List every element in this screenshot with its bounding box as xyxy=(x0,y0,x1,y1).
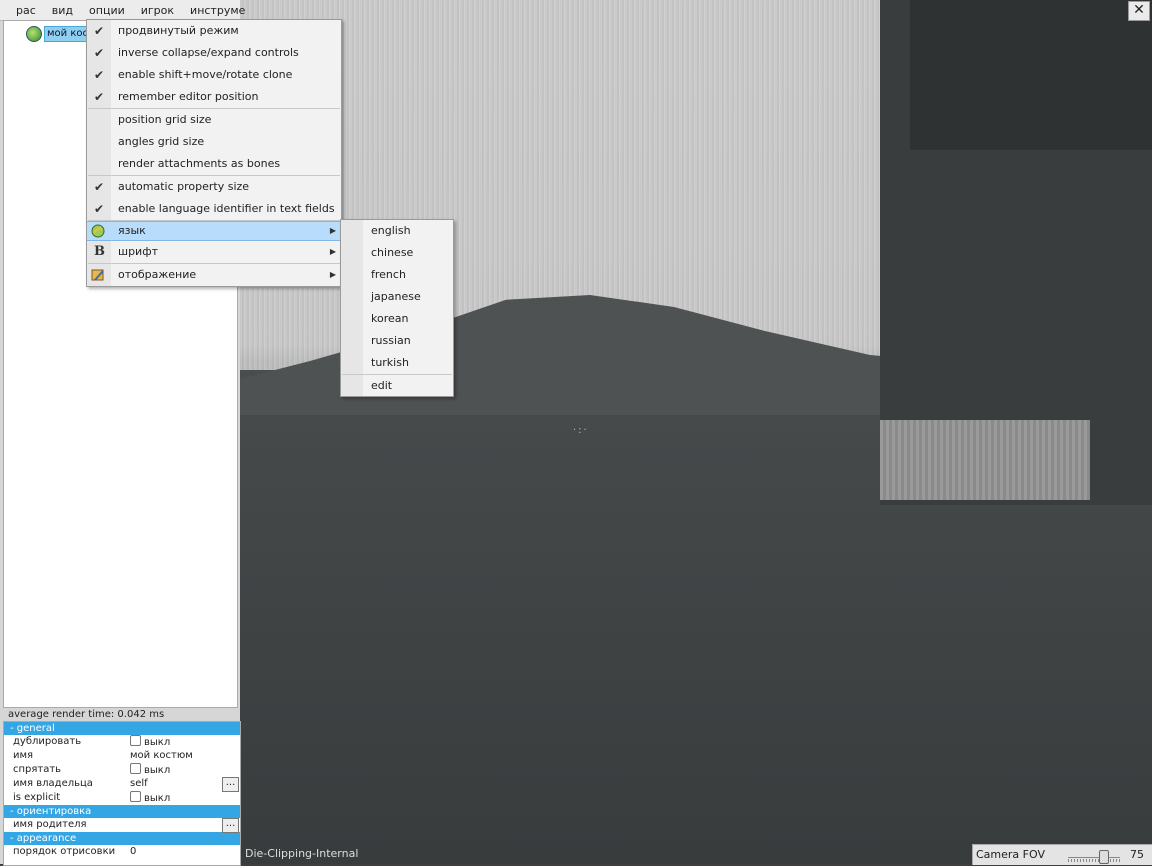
menu-view[interactable]: вид xyxy=(52,0,73,20)
browse-button[interactable]: ... xyxy=(222,777,239,792)
checkmark-icon: ✔ xyxy=(94,90,105,104)
render-time-status: average render time: 0.042 ms xyxy=(8,709,165,720)
menu-item-label: enable shift+move/rotate clone xyxy=(118,68,293,81)
checkmark-icon: ✔ xyxy=(94,202,105,216)
fov-slider-track[interactable] xyxy=(1068,857,1120,858)
menu-item-language-identifier[interactable]: ✔ enable language identifier in text fie… xyxy=(87,198,341,220)
menu-item-advanced-mode[interactable]: ✔ продвинутый режим xyxy=(87,20,341,42)
menu-item-render-attachments[interactable]: render attachments as bones xyxy=(87,153,341,175)
property-key: имя владельца xyxy=(13,778,93,789)
menubar: рас вид опции игрок инструме xyxy=(0,0,245,21)
menu-item-label: automatic property size xyxy=(118,180,250,193)
checkmark-icon: ✔ xyxy=(94,24,105,38)
language-edit[interactable]: edit xyxy=(341,375,453,397)
menu-item-display[interactable]: отображение ▶ xyxy=(87,264,341,286)
property-key: имя xyxy=(13,750,34,761)
property-row: is explicit выкл xyxy=(4,791,240,805)
language-french[interactable]: french xyxy=(341,264,453,286)
menu-item-label: remember editor position xyxy=(118,90,259,103)
property-value[interactable]: мой костюм xyxy=(130,749,193,763)
submenu-arrow-icon: ▶ xyxy=(329,247,336,256)
menu-item-label: enable language identifier in text field… xyxy=(118,202,335,215)
property-key: is explicit xyxy=(13,792,61,803)
options-menu: ✔ продвинутый режим ✔ inverse collapse/e… xyxy=(86,19,342,287)
camera-fov-label: Camera FOV xyxy=(976,848,1045,861)
checkmark-icon: ✔ xyxy=(94,68,105,82)
bold-font-icon: B xyxy=(94,244,105,259)
checkmark-icon: ✔ xyxy=(94,180,105,194)
menu-item-label: inverse collapse/expand controls xyxy=(118,46,299,59)
tower-top xyxy=(910,0,1152,150)
properties-panel: - general дублировать выкл имя мой костю… xyxy=(3,721,241,866)
menu-item-remember-position[interactable]: ✔ remember editor position xyxy=(87,86,341,108)
menu-item-label: продвинутый режим xyxy=(118,24,239,37)
property-row: порядок отрисовки 0 xyxy=(4,845,240,859)
menu-item-label: render attachments as bones xyxy=(118,157,281,170)
checkmark-icon: ✔ xyxy=(94,46,105,60)
camera-fov-control: Camera FOV 75 xyxy=(972,844,1152,865)
language-english[interactable]: english xyxy=(341,220,453,242)
globe-icon xyxy=(26,26,42,42)
viewport-label: Die-Clipping-Internal xyxy=(245,847,359,860)
language-submenu: english chinese french japanese korean r… xyxy=(340,219,454,397)
language-chinese[interactable]: chinese xyxy=(341,242,453,264)
language-russian[interactable]: russian xyxy=(341,330,453,352)
checkbox-icon[interactable] xyxy=(130,735,141,746)
menu-file[interactable]: рас xyxy=(16,0,36,20)
menu-item-shift-clone[interactable]: ✔ enable shift+move/rotate clone xyxy=(87,64,341,86)
property-key: порядок отрисовки xyxy=(13,846,116,857)
menu-item-font[interactable]: B шрифт ▶ xyxy=(87,241,341,263)
property-row: имя мой костюм xyxy=(4,749,240,763)
property-value[interactable]: выкл xyxy=(130,763,170,778)
crosshair-icon: ·:· xyxy=(573,425,589,436)
close-button[interactable]: ✕ xyxy=(1128,1,1150,21)
menu-item-auto-property-size[interactable]: ✔ automatic property size xyxy=(87,176,341,198)
property-value[interactable]: выкл xyxy=(130,791,170,806)
checkbox-icon[interactable] xyxy=(130,763,141,774)
property-value[interactable]: 0 xyxy=(130,845,136,859)
menu-tools[interactable]: инструме xyxy=(190,0,245,20)
globe-icon xyxy=(91,224,105,238)
property-row: имя владельца self ... xyxy=(4,777,240,792)
fov-slider-ticks xyxy=(1068,859,1120,862)
3d-viewport[interactable]: ·:· Die-Clipping-Internal ✕ xyxy=(240,0,1152,864)
property-key: дублировать xyxy=(13,736,82,747)
property-value[interactable]: self xyxy=(130,777,148,791)
menu-item-label: position grid size xyxy=(118,113,212,126)
menu-item-inverse-collapse[interactable]: ✔ inverse collapse/expand controls xyxy=(87,42,341,64)
language-turkish[interactable]: turkish xyxy=(341,352,453,374)
menu-item-label: angles grid size xyxy=(118,135,205,148)
property-key: имя родителя xyxy=(13,819,87,830)
property-row: дублировать выкл xyxy=(4,735,240,749)
menu-item-label: шрифт xyxy=(118,245,159,258)
language-korean[interactable]: korean xyxy=(341,308,453,330)
camera-fov-value: 75 xyxy=(1130,848,1144,861)
section-orientation[interactable]: - ориентировка xyxy=(4,805,240,818)
menu-item-position-grid[interactable]: position grid size xyxy=(87,109,341,131)
property-row: имя родителя ... xyxy=(4,818,240,833)
language-japanese[interactable]: japanese xyxy=(341,286,453,308)
menu-player[interactable]: игрок xyxy=(141,0,174,20)
menu-options[interactable]: опции xyxy=(89,0,125,20)
menu-item-label: язык xyxy=(118,224,146,237)
checkbox-icon[interactable] xyxy=(130,791,141,802)
menu-item-angles-grid[interactable]: angles grid size xyxy=(87,131,341,153)
paint-brush-icon xyxy=(91,269,104,281)
section-general[interactable]: - general xyxy=(4,722,240,735)
menu-item-language[interactable]: язык ▶ xyxy=(87,221,341,241)
property-value[interactable]: выкл xyxy=(130,735,170,750)
property-key: спрятать xyxy=(13,764,62,775)
browse-button[interactable]: ... xyxy=(222,818,239,833)
menu-item-label: отображение xyxy=(118,268,197,281)
tower-band xyxy=(880,420,1090,500)
submenu-arrow-icon: ▶ xyxy=(329,226,336,235)
section-appearance[interactable]: - appearance xyxy=(4,832,240,845)
property-row: спрятать выкл xyxy=(4,763,240,777)
fov-slider-thumb[interactable] xyxy=(1099,850,1110,864)
submenu-arrow-icon: ▶ xyxy=(329,270,336,279)
